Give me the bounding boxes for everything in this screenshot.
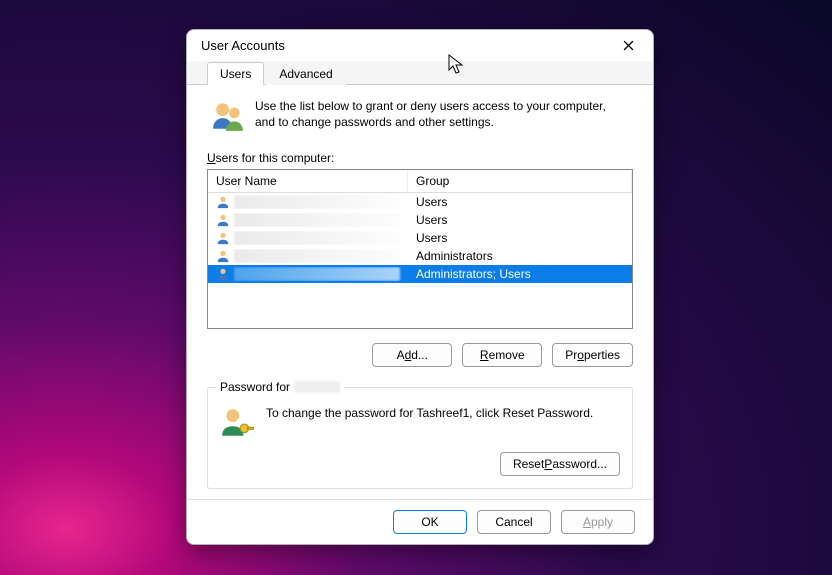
list-header[interactable]: User Name Group: [208, 170, 632, 193]
dialog-footer: OK Cancel Apply: [187, 499, 653, 544]
add-button[interactable]: Add...: [372, 343, 452, 367]
properties-button[interactable]: Properties: [552, 343, 633, 367]
key-user-icon: [220, 406, 254, 440]
tab-content: Use the list below to grant or deny user…: [187, 85, 653, 499]
list-button-row: Add... Remove Properties: [207, 343, 633, 367]
remove-button[interactable]: Remove: [462, 343, 542, 367]
intro-text: Use the list below to grant or deny user…: [255, 99, 629, 130]
group-cell: Users: [408, 231, 632, 245]
username-redacted: [234, 231, 400, 245]
group-cell: Users: [408, 213, 632, 227]
password-legend-user-redacted: [294, 381, 340, 393]
user-icon: [216, 195, 230, 209]
username-redacted: [234, 195, 400, 209]
list-rows: Users Users Users Administrators Adminis…: [208, 193, 632, 328]
tab-users[interactable]: Users: [207, 62, 264, 85]
group-cell: Administrators; Users: [408, 267, 632, 281]
user-icon: [216, 267, 230, 281]
users-list-label: Users for this computer:: [207, 151, 633, 165]
username-redacted: [234, 249, 400, 263]
close-button[interactable]: [611, 32, 645, 60]
column-group[interactable]: Group: [408, 170, 632, 192]
close-icon: [623, 40, 634, 51]
password-legend: Password for: [216, 380, 344, 394]
table-row[interactable]: Users: [208, 211, 632, 229]
tab-advanced[interactable]: Advanced: [266, 62, 345, 85]
table-row[interactable]: Administrators: [208, 247, 632, 265]
intro-row: Use the list below to grant or deny user…: [207, 95, 633, 145]
tab-strip: Users Advanced: [187, 61, 653, 85]
ok-button[interactable]: OK: [393, 510, 467, 534]
titlebar[interactable]: User Accounts: [187, 30, 653, 61]
table-row[interactable]: Users: [208, 229, 632, 247]
users-icon: [211, 99, 245, 133]
password-legend-prefix: Password for: [220, 380, 290, 394]
user-icon: [216, 249, 230, 263]
apply-button: Apply: [561, 510, 635, 534]
user-accounts-dialog: User Accounts Users Advanced Use the lis…: [186, 29, 654, 545]
group-cell: Administrators: [408, 249, 632, 263]
reset-password-button[interactable]: Reset Password...: [500, 452, 620, 476]
cancel-button[interactable]: Cancel: [477, 510, 551, 534]
table-row[interactable]: Users: [208, 193, 632, 211]
users-listbox[interactable]: User Name Group Users Users Users: [207, 169, 633, 329]
user-icon: [216, 231, 230, 245]
password-group: Password for To change the password for …: [207, 387, 633, 489]
password-text: To change the password for Tashreef1, cl…: [266, 406, 620, 420]
column-username[interactable]: User Name: [208, 170, 408, 192]
window-title: User Accounts: [201, 38, 611, 53]
group-cell: Users: [408, 195, 632, 209]
username-redacted: [234, 213, 400, 227]
table-row[interactable]: Administrators; Users: [208, 265, 632, 283]
username-redacted: [234, 267, 400, 281]
user-icon: [216, 213, 230, 227]
